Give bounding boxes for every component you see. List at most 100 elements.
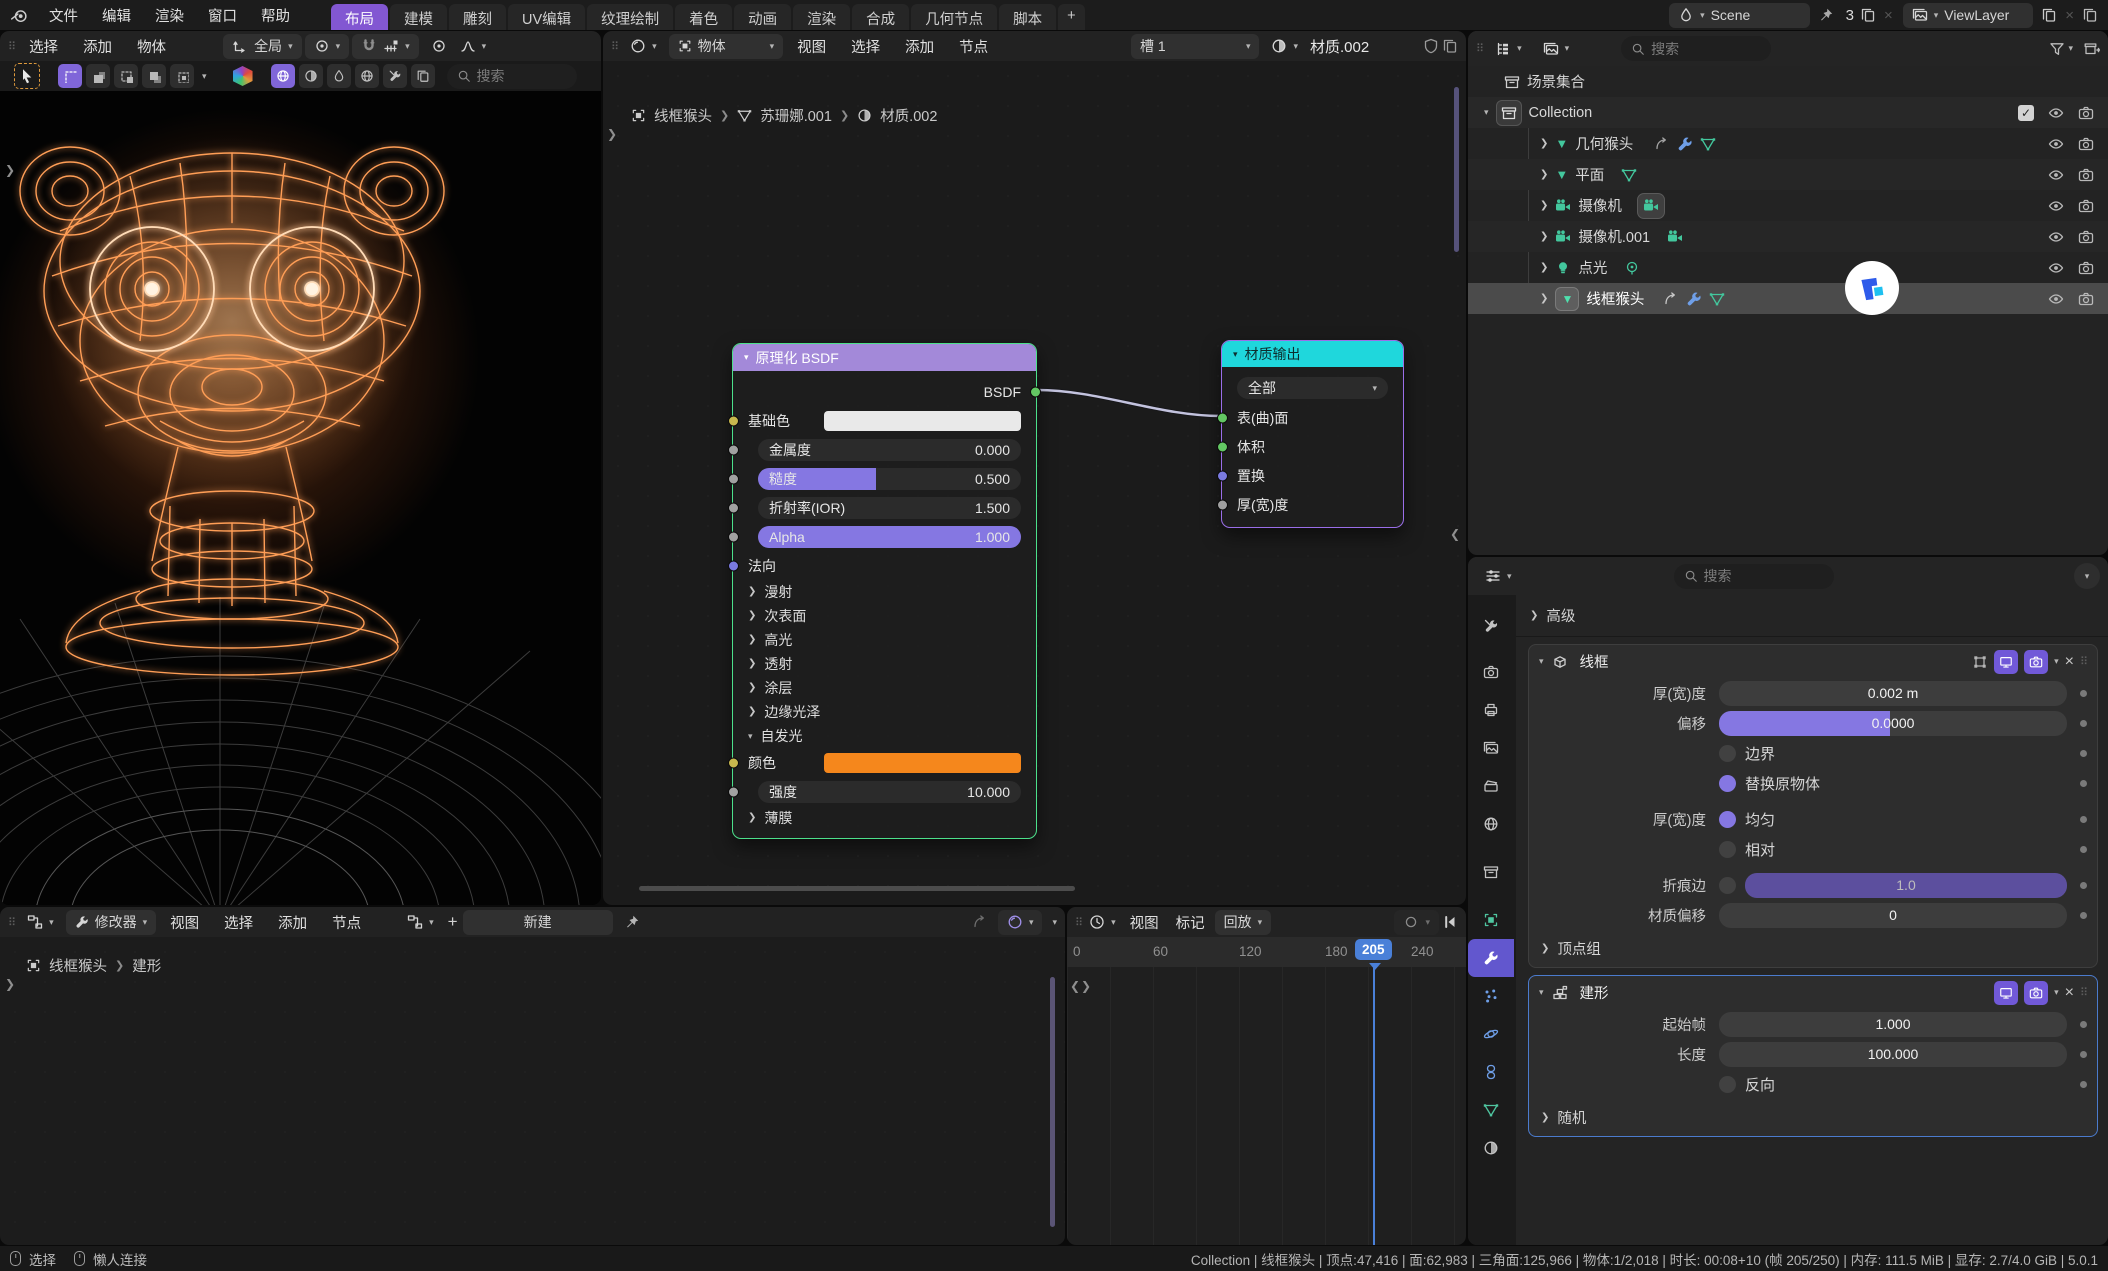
viewport-search-input[interactable] bbox=[477, 68, 567, 84]
tab-texture-paint[interactable]: 纹理绘制 bbox=[587, 4, 673, 30]
collapse-chevron[interactable]: ▾ bbox=[1484, 108, 1489, 117]
sidebar-collapse-chevron[interactable]: ❮ bbox=[1450, 527, 1460, 541]
timeline-menu-view[interactable]: 视图 bbox=[1123, 908, 1166, 937]
material-name-field[interactable]: 材质.002 bbox=[1310, 36, 1420, 57]
properties-editor-type[interactable]: ▾ bbox=[1476, 564, 1521, 589]
scene-user-count[interactable]: 3 bbox=[1846, 7, 1854, 24]
displacement-socket[interactable] bbox=[1217, 470, 1228, 481]
tab-physics[interactable] bbox=[1468, 1015, 1514, 1053]
section-transmission[interactable]: ❯透射 bbox=[733, 652, 1036, 676]
active-camera-badge[interactable] bbox=[1637, 193, 1665, 219]
section-emission[interactable]: ▾自发光 bbox=[733, 724, 1036, 748]
camera-restrict-icon[interactable] bbox=[2078, 136, 2094, 152]
emission-color-swatch[interactable] bbox=[824, 753, 1021, 773]
geoeditor-mode-dropdown[interactable]: 修改器▾ bbox=[66, 910, 157, 935]
editor-type-dropdown[interactable]: ▾ bbox=[621, 34, 666, 59]
viewlayer-selector[interactable]: ▾ ViewLayer bbox=[1903, 3, 2034, 28]
base-color-socket[interactable] bbox=[728, 415, 739, 426]
section-thin-film[interactable]: ❯薄膜 bbox=[733, 806, 1036, 830]
collection-checkbox[interactable]: ✓ bbox=[2018, 105, 2034, 121]
shader-menu-add[interactable]: 添加 bbox=[894, 32, 945, 61]
metallic-socket[interactable] bbox=[728, 444, 739, 455]
editor-type-dropdown[interactable]: ▾ bbox=[18, 910, 63, 935]
tab-object-data[interactable] bbox=[1468, 1091, 1514, 1129]
volume-socket[interactable] bbox=[1217, 441, 1228, 452]
output-target-dropdown[interactable]: 全部▾ bbox=[1237, 377, 1388, 399]
row-point-light[interactable]: ❯ 点光 bbox=[1468, 252, 2108, 283]
viewport-canvas[interactable]: ❯ bbox=[0, 91, 601, 905]
bsdf-output-socket[interactable] bbox=[1030, 386, 1041, 397]
offset-slider[interactable]: 0.0000 bbox=[1719, 711, 2067, 736]
properties-search-input[interactable] bbox=[1704, 568, 1824, 584]
shading-solid-button[interactable] bbox=[299, 64, 323, 88]
nodegroup-browse[interactable]: ▾ bbox=[398, 910, 443, 935]
node-principled-bsdf[interactable]: ▾原理化 BSDF BSDF 基础色 金属度0.000 糙度0.500 折射率(… bbox=[732, 343, 1037, 839]
camera-restrict-icon[interactable] bbox=[2078, 229, 2094, 245]
geoeditor-menu-select[interactable]: 选择 bbox=[213, 908, 264, 937]
tab-tool[interactable] bbox=[1468, 607, 1514, 645]
menu-window[interactable]: 窗口 bbox=[197, 1, 248, 30]
menu-file[interactable]: 文件 bbox=[38, 1, 89, 30]
viewport-search[interactable] bbox=[447, 64, 577, 89]
roughness-slider[interactable]: 糙度0.500 bbox=[758, 468, 1021, 490]
tab-geometry-nodes[interactable]: 几何节点 bbox=[911, 4, 997, 30]
viewport-menu-add[interactable]: 添加 bbox=[72, 32, 123, 61]
material-slot-dropdown[interactable]: 槽 1▾ bbox=[1131, 34, 1260, 59]
overlay-dropdown[interactable]: ▾ bbox=[998, 910, 1043, 935]
node-canvas[interactable]: 线框猴头❯ 苏珊娜.001❯ 材质.002 ▾原理化 BSDF BSDF 基础色… bbox=[603, 61, 1466, 903]
eye-icon[interactable] bbox=[2048, 229, 2064, 245]
current-frame-badge[interactable]: 205 bbox=[1355, 939, 1392, 960]
output-node-header[interactable]: ▾材质输出 bbox=[1222, 341, 1403, 367]
outliner-search-input[interactable] bbox=[1651, 41, 1761, 57]
chevron-down-icon[interactable]: ▾ bbox=[202, 72, 207, 81]
shader-menu-view[interactable]: 视图 bbox=[786, 32, 837, 61]
random-subpanel[interactable]: ❯随机 bbox=[1529, 1099, 2097, 1136]
boundary-checkbox[interactable] bbox=[1719, 745, 1736, 762]
editor-type-dropdown[interactable]: ▾ bbox=[1085, 910, 1120, 935]
select-box-mode-new[interactable] bbox=[58, 64, 82, 88]
drag-dots-icon[interactable]: ⠿ bbox=[1476, 42, 1483, 55]
drag-dots-icon[interactable]: ⠿ bbox=[611, 40, 618, 53]
menu-edit[interactable]: 编辑 bbox=[91, 1, 142, 30]
outliner-view-dropdown[interactable]: ▾ bbox=[1534, 36, 1579, 61]
breadcrumb-modifier[interactable]: 建形 bbox=[132, 955, 161, 976]
tab-collection[interactable] bbox=[1468, 853, 1514, 891]
workspace-stack-icon[interactable] bbox=[2082, 7, 2098, 23]
camera-restrict-icon[interactable] bbox=[2078, 198, 2094, 214]
length-field[interactable]: 100.000 bbox=[1719, 1042, 2067, 1067]
tab-output[interactable] bbox=[1468, 691, 1514, 729]
camera-restrict-icon[interactable] bbox=[2078, 167, 2094, 183]
start-frame-field[interactable]: 1.000 bbox=[1719, 1012, 2067, 1037]
ior-socket[interactable] bbox=[728, 502, 739, 513]
row-camera[interactable]: ❯ 摄像机 bbox=[1468, 190, 2108, 221]
duplicate-scene-icon[interactable] bbox=[1860, 7, 1876, 23]
expand-chevron[interactable]: ❯ bbox=[1540, 263, 1548, 273]
tab-uv-editing[interactable]: UV编辑 bbox=[508, 4, 585, 30]
pin-icon[interactable] bbox=[624, 914, 640, 930]
emission-color-socket[interactable] bbox=[728, 757, 739, 768]
breadcrumb-mesh[interactable]: 苏珊娜.001 bbox=[760, 105, 832, 126]
tab-rendering[interactable]: 渲染 bbox=[793, 4, 850, 30]
filter-funnel-icon[interactable] bbox=[2049, 41, 2065, 57]
new-nodegroup-button[interactable]: 新建 bbox=[463, 910, 613, 935]
modifier-extras-chevron[interactable]: ▾ bbox=[2054, 657, 2059, 666]
gradient-hexagon-icon[interactable] bbox=[233, 66, 253, 86]
bsdf-node-header[interactable]: ▾原理化 BSDF bbox=[733, 344, 1036, 371]
menu-help[interactable]: 帮助 bbox=[250, 1, 301, 30]
build-panel-header[interactable]: ▾ 建形 ▾ × ⠿ bbox=[1529, 976, 2097, 1009]
sidebar-expand-chevron[interactable]: ❯ bbox=[607, 127, 617, 141]
delete-modifier-icon[interactable]: × bbox=[2065, 984, 2074, 1002]
vertical-scrollbar[interactable] bbox=[1050, 977, 1055, 1227]
row-geo-monkey[interactable]: ❯ ▼ 几何猴头 bbox=[1468, 128, 2108, 159]
breadcrumb-material[interactable]: 材质.002 bbox=[880, 105, 937, 126]
toolbar-expand-chevron[interactable]: ❯ bbox=[5, 977, 15, 991]
even-thickness-checkbox[interactable] bbox=[1719, 811, 1736, 828]
eye-icon[interactable] bbox=[2048, 167, 2064, 183]
surface-socket[interactable] bbox=[1217, 412, 1228, 423]
select-box-mode-extend[interactable] bbox=[86, 64, 110, 88]
timeline-track-area[interactable] bbox=[1067, 967, 1466, 1245]
chevron-down-icon[interactable]: ▾ bbox=[2068, 44, 2073, 53]
chevron-down-icon[interactable]: ▾ bbox=[1052, 918, 1057, 927]
tab-scene[interactable] bbox=[1468, 767, 1514, 805]
active-tool-tweak[interactable] bbox=[14, 63, 40, 89]
